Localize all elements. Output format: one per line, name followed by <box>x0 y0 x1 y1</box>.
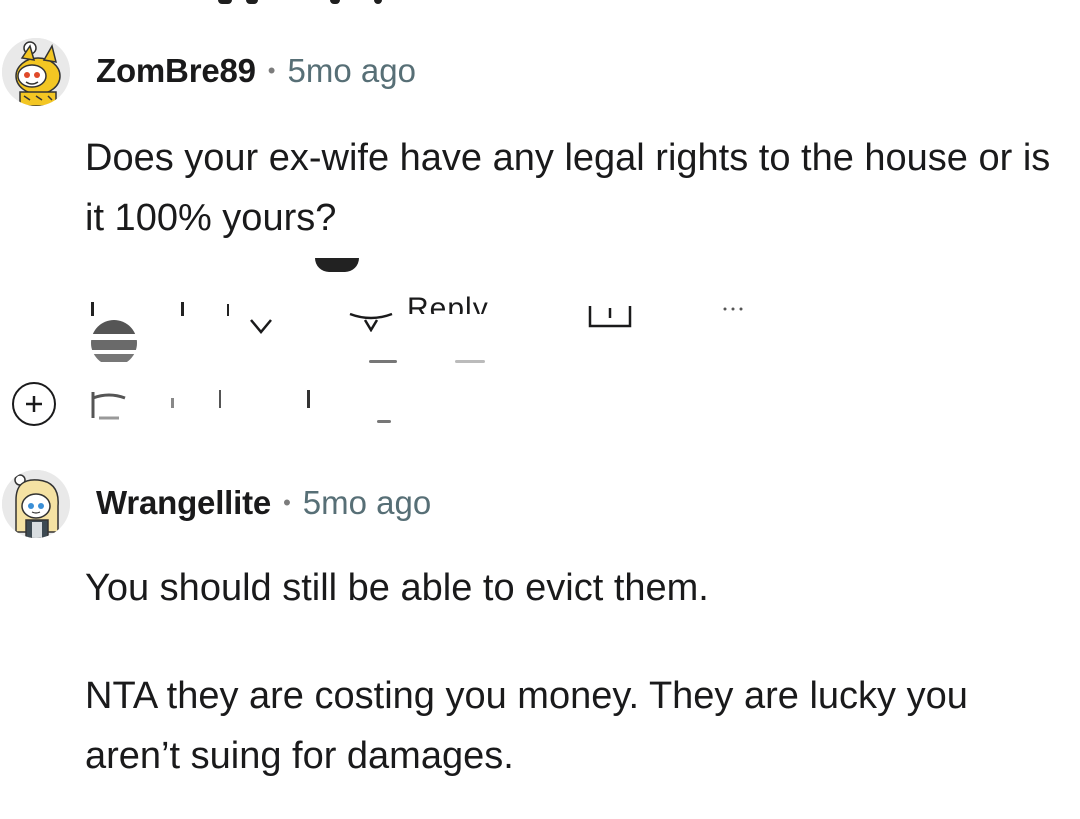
cut-off-previous-text <box>0 0 1080 8</box>
avatar-fragment-icon <box>91 392 126 420</box>
reply-fragment <box>455 360 485 363</box>
more-options-icon[interactable] <box>721 306 751 312</box>
comment-paragraph: Does your ex-wife have any legal rights … <box>85 137 1051 239</box>
comment-action-row: Reply <box>85 258 785 428</box>
user-avatar[interactable] <box>2 38 70 106</box>
meta-separator: • <box>267 58 276 83</box>
meta-separator: • <box>283 490 291 515</box>
text-fragment <box>330 0 340 4</box>
text-fragment <box>374 0 382 4</box>
reply-fragment <box>369 360 397 363</box>
comment-paragraph: You should still be able to evict them. <box>85 567 709 609</box>
plus-icon <box>26 396 42 412</box>
timestamp: 5mo ago <box>302 484 432 521</box>
vote-icon-fragment <box>219 390 221 408</box>
reply-button-label[interactable]: Reply <box>407 292 489 314</box>
comment-header: ZomBre89 • 5mo ago <box>96 52 416 90</box>
snoo-avatar-blonde-hair-icon <box>2 470 70 538</box>
share-icon[interactable] <box>587 304 633 330</box>
vote-icon-fragment <box>307 390 310 408</box>
reply-icon[interactable] <box>347 308 395 332</box>
avatar-fragment <box>91 320 137 366</box>
reply-fragment <box>377 420 391 423</box>
timestamp: 5mo ago <box>287 52 416 89</box>
user-avatar[interactable] <box>2 470 70 538</box>
vote-icon-fragment <box>171 398 174 408</box>
comment-body: Does your ex-wife have any legal rights … <box>85 128 1065 248</box>
username[interactable]: ZomBre89 <box>96 52 256 90</box>
text-fragment <box>218 0 232 4</box>
expand-thread-button[interactable] <box>12 382 56 426</box>
username[interactable]: Wrangellite <box>96 484 271 522</box>
snoo-avatar-yellow-costume-icon <box>2 38 70 106</box>
comment-body: You should still be able to evict them. … <box>85 558 1065 786</box>
comment-header: Wrangellite • 5mo ago <box>96 484 431 522</box>
vote-icon-fragment <box>227 304 229 316</box>
comment-paragraph: NTA they are costing you money. They are… <box>85 675 968 777</box>
text-fragment <box>246 0 258 4</box>
downvote-icon[interactable] <box>249 316 273 334</box>
upvote-icon[interactable] <box>315 258 359 272</box>
vote-icon-fragment <box>91 302 94 316</box>
vote-icon-fragment <box>181 302 184 316</box>
comment-thread: ZomBre89 • 5mo ago Does your ex-wife hav… <box>0 0 1080 819</box>
